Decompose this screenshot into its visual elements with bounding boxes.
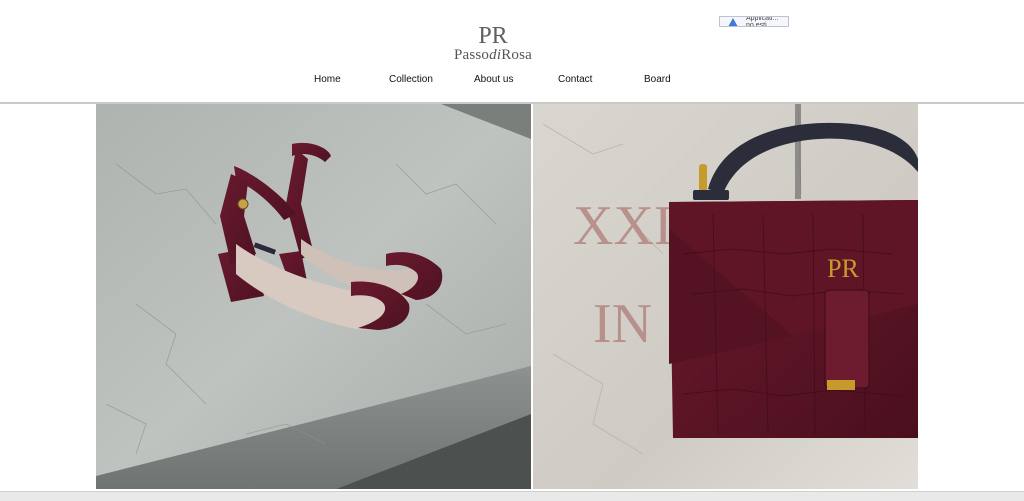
nav-item-board[interactable]: Board bbox=[644, 74, 671, 85]
notice-text: Applicati... no esti... bbox=[746, 16, 779, 27]
main-nav: Home Collection About us Contact Board bbox=[0, 74, 1024, 92]
logo-wordmark: PassodiRosa bbox=[453, 47, 533, 63]
nav-item-about-us[interactable]: About us bbox=[474, 74, 513, 85]
warning-icon bbox=[728, 18, 738, 26]
pr-monogram-icon: PR bbox=[478, 24, 507, 46]
gallery-image-handbag[interactable]: XXI IN PR bbox=[533, 104, 918, 489]
burgundy-croc-handbag-photo-icon: XXI IN PR bbox=[533, 104, 918, 489]
svg-text:PR: PR bbox=[827, 254, 859, 283]
footer-strip bbox=[0, 491, 1024, 501]
nav-item-contact[interactable]: Contact bbox=[558, 74, 592, 85]
nav-item-collection[interactable]: Collection bbox=[389, 74, 433, 85]
svg-text:IN: IN bbox=[593, 293, 652, 355]
image-gallery: XXI IN PR bbox=[96, 104, 918, 489]
burgundy-suede-sandals-photo-icon bbox=[96, 104, 531, 489]
svg-text:XXI: XXI bbox=[573, 195, 673, 257]
site-logo[interactable]: PR PassodiRosa bbox=[448, 24, 538, 66]
gallery-image-sandals[interactable] bbox=[96, 104, 531, 489]
svg-text:PR: PR bbox=[478, 24, 507, 46]
nav-item-home[interactable]: Home bbox=[314, 74, 341, 85]
site-header: PR PassodiRosa Applicati... no esti... H… bbox=[0, 0, 1024, 104]
browser-notice-badge[interactable]: Applicati... no esti... bbox=[719, 16, 789, 27]
